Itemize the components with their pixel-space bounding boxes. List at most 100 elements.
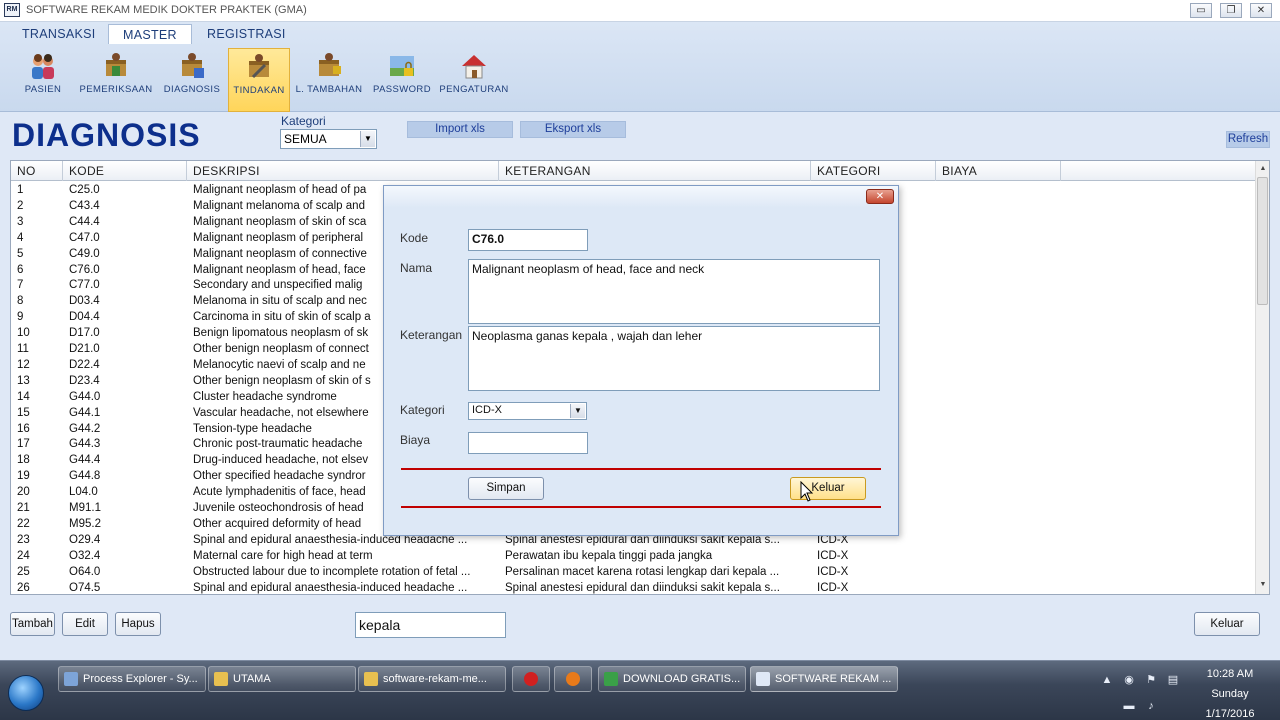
window-title: SOFTWARE REKAM MEDIK DOKTER PRAKTEK (GMA…	[26, 4, 307, 16]
simpan-button[interactable]: Simpan	[468, 477, 544, 500]
cell-no: 4	[17, 231, 24, 244]
biaya-field[interactable]	[468, 432, 588, 454]
window-close-button[interactable]: ✕	[1250, 3, 1272, 18]
cell-no: 8	[17, 295, 24, 308]
cell-kode: G44.0	[69, 390, 101, 403]
toolbar-pemeriksaan[interactable]: PEMERIKSAAN	[77, 48, 155, 112]
tray-app-icon[interactable]: ◉	[1122, 673, 1136, 687]
tray-flag-icon[interactable]: ⚑	[1144, 673, 1158, 687]
taskbar-app-icon	[566, 672, 580, 686]
cell-kode: L04.0	[69, 486, 98, 499]
taskbar-item[interactable]: UTAMA	[208, 666, 356, 692]
cell-kode: G44.1	[69, 406, 101, 419]
biaya-label: Biaya	[400, 433, 431, 447]
toolbar-l-tambahan[interactable]: L. TAMBAHAN	[293, 48, 365, 112]
scroll-up-icon[interactable]: ▲	[1257, 163, 1269, 175]
tray-network-icon[interactable]: ▤	[1166, 673, 1180, 687]
cell-kode: G44.2	[69, 422, 101, 435]
tray-expand-icon[interactable]: ▲	[1100, 673, 1114, 687]
column-header-keterangan[interactable]: KETERANGAN	[499, 161, 811, 181]
export-xls-button[interactable]: Eksport xls	[520, 121, 626, 138]
minimize-button[interactable]: ▭	[1190, 3, 1212, 18]
taskbar-item[interactable]: DOWNLOAD GRATIS...	[598, 666, 746, 692]
cell-kode: D22.4	[69, 358, 100, 371]
cell-kode: C76.0	[69, 263, 100, 276]
taskbar-item[interactable]	[512, 666, 550, 692]
import-xls-button[interactable]: Import xls	[407, 121, 513, 138]
search-input[interactable]: kepala	[355, 612, 506, 638]
nama-field[interactable]: Malignant neoplasm of head, face and nec…	[468, 259, 880, 324]
chevron-down-icon[interactable]: ▼	[360, 131, 375, 147]
cell-kode: O29.4	[69, 533, 101, 546]
restore-button[interactable]: ❐	[1220, 3, 1242, 18]
taskbar-clock[interactable]: 10:28 AM Sunday 1/17/2016	[1190, 664, 1270, 720]
taskbar-app-icon	[524, 672, 538, 686]
tab-master[interactable]: MASTER	[108, 24, 192, 44]
taskbar-item[interactable]: Process Explorer - Sy...	[58, 666, 206, 692]
toolbar-pengaturan-label: PENGATURAN	[439, 84, 509, 95]
toolbar-password[interactable]: PASSWORD	[371, 48, 433, 112]
dialog-close-icon[interactable]: ✕	[866, 189, 894, 204]
tray-battery-icon[interactable]: ▬	[1122, 699, 1136, 713]
table-row[interactable]: 24 O32.4 Maternal care for high head at te…	[11, 548, 1256, 564]
taskbar-app-icon	[604, 672, 618, 686]
kategori-select[interactable]: SEMUA ▼	[280, 129, 377, 149]
tab-transaksi[interactable]: TRANSAKSI	[8, 24, 110, 44]
window-titlebar: RM SOFTWARE REKAM MEDIK DOKTER PRAKTEK (…	[0, 0, 1280, 22]
cell-no: 5	[17, 247, 24, 260]
cell-kode: M91.1	[69, 502, 101, 514]
toolbar-tindakan[interactable]: TINDAKAN	[228, 48, 290, 112]
column-header-no[interactable]: NO	[11, 161, 63, 181]
taskbar-app-icon	[756, 672, 770, 686]
keluar-button[interactable]: Keluar	[1194, 612, 1260, 636]
taskbar-item[interactable]	[554, 666, 592, 692]
app-icon: RM	[4, 3, 20, 17]
vertical-scrollbar[interactable]: ▲ ▼	[1255, 161, 1269, 594]
cell-kode: O64.0	[69, 565, 101, 578]
toolbar-tindakan-label: TINDAKAN	[233, 85, 285, 96]
kode-field[interactable]: C76.0	[468, 229, 588, 251]
table-row[interactable]: 26 O74.5 Spinal and epidural anaesthesia-i…	[11, 580, 1256, 595]
taskbar-item[interactable]: SOFTWARE REKAM ...	[750, 666, 898, 692]
taskbar-item-label: software-rekam-me...	[383, 673, 487, 685]
tambah-button[interactable]: Tambah	[10, 612, 55, 636]
taskbar-item[interactable]: software-rekam-me...	[358, 666, 506, 692]
edit-diagnosis-dialog: ✕ Kode C76.0 Nama Malignant neoplasm of …	[383, 185, 899, 536]
cell-no: 26	[17, 581, 30, 594]
column-header-kategori[interactable]: KATEGORI	[811, 161, 936, 181]
cell-kategori: ICD-X	[817, 549, 849, 562]
scroll-down-icon[interactable]: ▼	[1257, 579, 1269, 591]
dialog-kategori-value: ICD-X	[472, 404, 502, 416]
toolbar-diagnosis-label: DIAGNOSIS	[163, 84, 221, 95]
dialog-kategori-select[interactable]: ICD-X ▼	[468, 402, 587, 420]
start-button[interactable]	[8, 675, 44, 711]
toolbar-diagnosis[interactable]: DIAGNOSIS	[160, 48, 224, 112]
table-row[interactable]: 25 O64.0 Obstructed labour due to incomple…	[11, 564, 1256, 580]
toolbar-pasien[interactable]: PASIEN	[18, 48, 68, 112]
keterangan-field[interactable]: Neoplasma ganas kepala , wajah dan leher	[468, 326, 880, 391]
scroll-thumb[interactable]	[1257, 177, 1268, 305]
cell-no: 9	[17, 311, 24, 324]
edit-button[interactable]: Edit	[62, 612, 108, 636]
cell-no: 14	[17, 390, 30, 403]
cell-deskripsi: Maternal care for high head at term	[193, 549, 373, 562]
tab-registrasi[interactable]: REGISTRASI	[193, 24, 300, 44]
tray-volume-icon[interactable]: ♪	[1144, 699, 1158, 713]
hapus-button[interactable]: Hapus	[115, 612, 161, 636]
cell-kode: G44.8	[69, 470, 101, 483]
toolbar-pengaturan[interactable]: PENGATURAN	[437, 48, 511, 112]
cell-deskripsi: Obstructed labour due to incomplete rota…	[193, 565, 471, 578]
toolbar-pemeriksaan-label: PEMERIKSAAN	[79, 84, 153, 95]
cell-no: 24	[17, 549, 30, 562]
cell-kode: C25.0	[69, 184, 100, 196]
chevron-down-icon[interactable]: ▼	[570, 404, 585, 418]
column-header-kode[interactable]: KODE	[63, 161, 187, 181]
cell-no: 15	[17, 406, 30, 419]
column-header-deskripsi[interactable]: DESKRIPSI	[187, 161, 499, 181]
diagnosis-icon	[182, 53, 204, 78]
cell-kode: M95.2	[69, 517, 101, 530]
examination-icon	[106, 53, 126, 76]
refresh-button[interactable]: Refresh	[1226, 131, 1270, 148]
column-header-biaya[interactable]: BIAYA	[936, 161, 1061, 181]
cell-no: 12	[17, 358, 30, 371]
